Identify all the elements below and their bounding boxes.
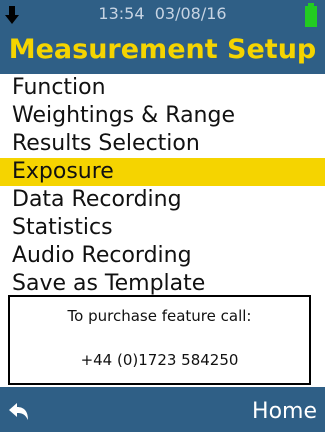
header: 13:54 03/08/16 Measurement Setup bbox=[0, 0, 325, 74]
menu-item-save-as-template[interactable]: Save as Template bbox=[0, 270, 325, 298]
purchase-message: To purchase feature call: bbox=[67, 307, 252, 325]
menu-item-function[interactable]: Function bbox=[0, 74, 325, 102]
menu-item-results-selection[interactable]: Results Selection bbox=[0, 130, 325, 158]
settings-menu: Function Weightings & Range Results Sele… bbox=[0, 74, 325, 298]
menu-item-exposure[interactable]: Exposure bbox=[0, 158, 325, 186]
purchase-info-box: To purchase feature call: +44 (0)1723 58… bbox=[8, 295, 311, 385]
status-time: 13:54 bbox=[98, 4, 145, 23]
menu-item-data-recording[interactable]: Data Recording bbox=[0, 186, 325, 214]
home-button[interactable]: Home bbox=[252, 397, 317, 427]
phone-number: +44 (0)1723 584250 bbox=[80, 351, 239, 369]
page-title: Measurement Setup bbox=[8, 34, 317, 65]
menu-item-weightings-range[interactable]: Weightings & Range bbox=[0, 102, 325, 130]
back-arrow-icon[interactable] bbox=[8, 402, 30, 422]
menu-item-audio-recording[interactable]: Audio Recording bbox=[0, 242, 325, 270]
menu-item-statistics[interactable]: Statistics bbox=[0, 214, 325, 242]
footer-bar: Home bbox=[0, 387, 325, 432]
status-date: 03/08/16 bbox=[154, 4, 227, 23]
battery-icon bbox=[305, 3, 317, 27]
status-bar: 13:54 03/08/16 bbox=[0, 0, 325, 28]
clock: 13:54 03/08/16 bbox=[0, 4, 325, 24]
